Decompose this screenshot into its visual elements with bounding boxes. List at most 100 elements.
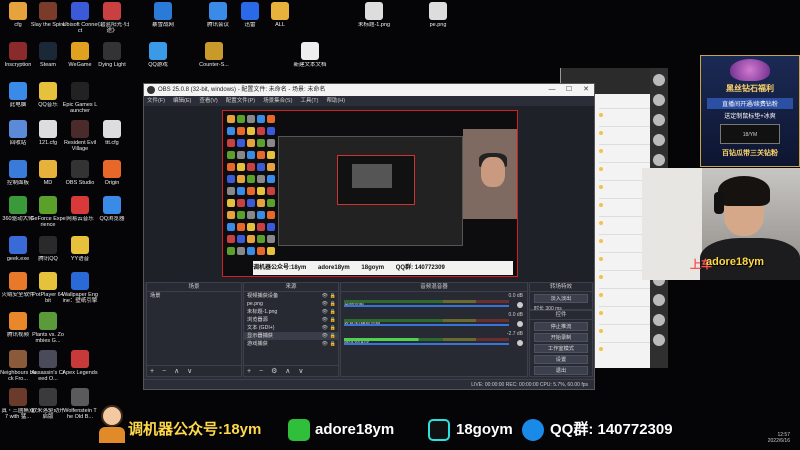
mixer-channel[interactable]: 桌面音频 0.0 dB xyxy=(341,292,527,311)
desktop-icon[interactable]: Assassin's Creed O... xyxy=(30,350,66,382)
taskbar-clock[interactable]: 12:57 2022/6/16 xyxy=(740,432,800,450)
mixer-channel[interactable]: 麦克风/辅助音频 0.0 dB xyxy=(341,311,527,330)
studio-mode-button[interactable]: 工作室模式 xyxy=(534,344,588,353)
desktop-icon[interactable]: 未标题-1.png xyxy=(356,2,392,28)
wechat-icon xyxy=(288,419,310,441)
minimize-button[interactable]: — xyxy=(544,84,560,96)
volume-fader[interactable] xyxy=(344,343,509,345)
desktop-icon[interactable]: OBS Studio xyxy=(62,160,98,186)
sidebar-avatar-icon[interactable] xyxy=(653,154,665,166)
desktop-icon[interactable]: pe.png xyxy=(420,2,456,28)
desktop-icon[interactable]: 网易云音乐 xyxy=(62,196,98,222)
menu-file[interactable]: 文件(F) xyxy=(147,96,165,106)
source-item[interactable]: pe.png 👁 🔒 xyxy=(244,300,338,308)
transition-select[interactable]: 淡入淡出 xyxy=(534,294,588,303)
desktop-icon[interactable]: YY语音 xyxy=(62,236,98,262)
volume-fader[interactable] xyxy=(344,305,509,307)
obs-window[interactable]: OBS 25.0.8 (32-bit, windows) - 配置文件: 未命名… xyxy=(143,83,595,390)
scenes-dock-toolbar[interactable]: + − ∧ ∨ xyxy=(147,365,241,376)
eye-icon[interactable]: 👁 xyxy=(322,300,328,308)
eye-icon[interactable]: 👁 xyxy=(322,340,328,348)
menu-edit[interactable]: 编辑(E) xyxy=(173,96,191,106)
desktop-icon[interactable]: Apex Legends xyxy=(62,350,98,376)
desktop-icon[interactable]: QQ游戏 xyxy=(140,42,176,68)
eye-icon[interactable]: 👁 xyxy=(322,316,328,324)
desktop-icon[interactable]: Dying Light xyxy=(94,42,130,68)
menu-help[interactable]: 帮助(H) xyxy=(326,96,345,106)
desktop-icon[interactable]: QQ音乐 xyxy=(30,82,66,108)
menu-profile[interactable]: 配置文件(P) xyxy=(226,96,255,106)
stop-streaming-button[interactable]: 停止推流 xyxy=(534,322,588,331)
source-item-label: 显示器捕获 xyxy=(247,333,273,339)
eye-icon[interactable]: 👁 xyxy=(322,292,328,300)
desktop-icon[interactable]: Wolfenstein The Old B... xyxy=(62,388,98,420)
desktop-icon[interactable]: Slay the Spire xyxy=(30,2,66,28)
gear-icon[interactable] xyxy=(517,340,523,346)
desktop-icon[interactable]: 《碧蓝阳光·归途》 xyxy=(94,2,130,34)
sources-dock-toolbar[interactable]: + − ⚙ ∧ ∨ xyxy=(244,365,338,376)
lock-icon[interactable]: 🔒 xyxy=(330,300,336,308)
gear-icon[interactable] xyxy=(517,321,523,327)
desktop-icon[interactable]: Counter-S... xyxy=(196,42,232,68)
scene-item[interactable]: 场景 xyxy=(147,292,241,300)
desktop-icon[interactable]: 腾讯会议 xyxy=(200,2,236,28)
desktop-icon[interactable]: QQ浏览器 xyxy=(94,196,130,222)
sidebar-avatar-icon[interactable] xyxy=(653,314,665,326)
desktop-icon[interactable]: 121.cfg xyxy=(30,120,66,146)
desktop-icon[interactable]: ALL xyxy=(262,2,298,28)
desktop-icon[interactable]: 腾讯QQ xyxy=(30,236,66,262)
source-item[interactable]: 游戏捕获 👁 🔒 xyxy=(244,340,338,348)
sidebar-avatar-icon[interactable] xyxy=(653,114,665,126)
desktop-icon[interactable]: 欧米洛驱动开启版 xyxy=(30,388,66,420)
sidebar-avatar-icon[interactable] xyxy=(653,334,665,346)
sidebar-avatar-icon[interactable] xyxy=(653,294,665,306)
volume-fader[interactable] xyxy=(344,324,509,326)
sidebar-avatar-icon[interactable] xyxy=(653,74,665,86)
gear-icon[interactable] xyxy=(517,302,523,308)
exit-button[interactable]: 退出 xyxy=(534,366,588,375)
obs-menubar: 文件(F) 编辑(E) 查看(V) 配置文件(P) 场景集合(S) 工具(T) … xyxy=(144,96,594,106)
maximize-button[interactable]: ☐ xyxy=(561,84,577,96)
preview-app-icon xyxy=(227,247,235,255)
menu-tools[interactable]: 工具(T) xyxy=(300,96,318,106)
eye-icon[interactable]: 👁 xyxy=(322,332,328,340)
menu-view[interactable]: 查看(V) xyxy=(199,96,217,106)
obs-preview-canvas[interactable]: 调机器公众号:18ym adore18ym 18goym QQ群: 140772… xyxy=(222,110,518,277)
eye-icon[interactable]: 👁 xyxy=(322,324,328,332)
desktop-icon[interactable]: Resident Evil Village xyxy=(62,120,98,152)
close-button[interactable]: ✕ xyxy=(578,84,594,96)
mixer-channel[interactable]: 媒体源/Aux -2.7 dB xyxy=(341,330,527,349)
desktop-icon[interactable]: WeGame xyxy=(62,42,98,68)
obs-titlebar[interactable]: OBS 25.0.8 (32-bit, windows) - 配置文件: 未命名… xyxy=(144,84,594,96)
desktop-icon[interactable]: MD xyxy=(30,160,66,186)
app-icon xyxy=(9,160,27,178)
desktop-icon[interactable]: Ubisoft Connect xyxy=(62,2,98,34)
sidebar-avatar-icon[interactable] xyxy=(653,94,665,106)
eye-icon[interactable]: 👁 xyxy=(322,308,328,316)
desktop-icon[interactable]: Wallpaper Engine：壁纸引擎 xyxy=(62,272,98,304)
start-recording-button[interactable]: 开始录制 xyxy=(534,333,588,342)
desktop-icon[interactable]: GeForce Experience xyxy=(30,196,66,228)
lock-icon[interactable]: 🔒 xyxy=(330,308,336,316)
desktop-icon[interactable]: Epic Games Launcher xyxy=(62,82,98,114)
source-item[interactable]: 浏览器源 👁 🔒 xyxy=(244,316,338,324)
desktop-icon[interactable]: Origin xyxy=(94,160,130,186)
desktop-icon[interactable]: 暴雪战网 xyxy=(145,2,181,28)
settings-button[interactable]: 设置 xyxy=(534,355,588,364)
desktop-icon[interactable]: 新建文本文档 xyxy=(292,42,328,68)
source-item[interactable]: 显示器捕获 👁 🔒 xyxy=(244,332,338,340)
lock-icon[interactable]: 🔒 xyxy=(330,292,336,300)
sidebar-avatar-icon[interactable] xyxy=(653,134,665,146)
desktop-icon[interactable]: ttt.cfg xyxy=(94,120,130,146)
lock-icon[interactable]: 🔒 xyxy=(330,316,336,324)
lock-icon[interactable]: 🔒 xyxy=(330,324,336,332)
desktop-icon[interactable]: Plants vs. Zombies G... xyxy=(30,312,66,344)
lock-icon[interactable]: 🔒 xyxy=(330,332,336,340)
source-item[interactable]: 未标题-1.png 👁 🔒 xyxy=(244,308,338,316)
menu-scene-collection[interactable]: 场景集合(S) xyxy=(263,96,292,106)
desktop-icon[interactable]: Steam xyxy=(30,42,66,68)
lock-icon[interactable]: 🔒 xyxy=(330,340,336,348)
source-item[interactable]: 视频捕获设备 👁 🔒 xyxy=(244,292,338,300)
desktop-icon[interactable]: PotPlayer 64 bit xyxy=(30,272,66,304)
source-item[interactable]: 文本 (GDI+) 👁 🔒 xyxy=(244,324,338,332)
